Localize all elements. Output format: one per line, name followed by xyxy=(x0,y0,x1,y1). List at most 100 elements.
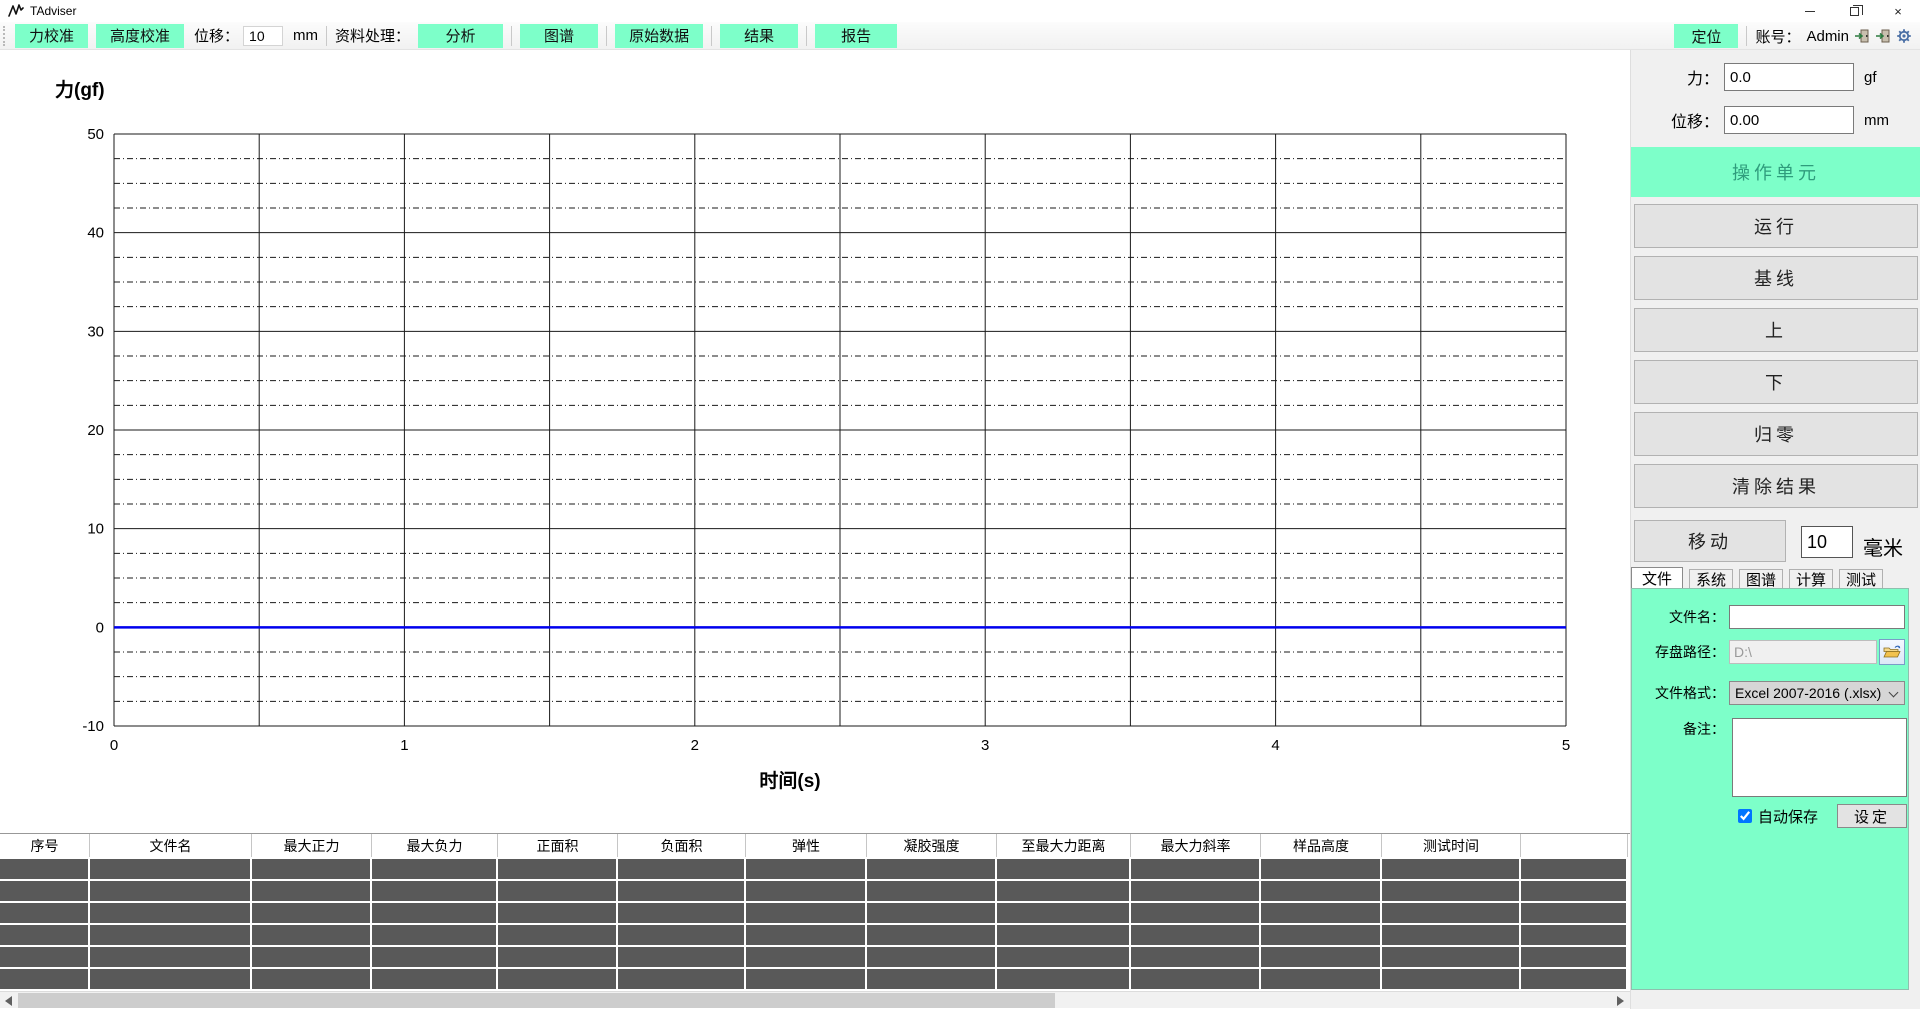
table-cell xyxy=(1131,925,1259,945)
force-value-input[interactable] xyxy=(1724,63,1854,91)
run-button[interactable]: 运行 xyxy=(1634,204,1918,248)
table-cell xyxy=(0,859,88,879)
table-row[interactable] xyxy=(0,947,1630,967)
control-panel: 力： gf 位移： mm 操作单元 运行 基线 上 下 归零 清除结果 移动 毫… xyxy=(1630,50,1920,1009)
title-bar: TAdviser × xyxy=(0,0,1920,22)
minimize-button[interactable] xyxy=(1788,0,1832,22)
set-button[interactable]: 设定 xyxy=(1837,804,1907,828)
note-textarea[interactable] xyxy=(1732,718,1907,797)
table-header-cell[interactable]: 最大负力 xyxy=(372,834,498,857)
autosave-checkbox[interactable] xyxy=(1738,809,1752,823)
zero-button[interactable]: 归零 xyxy=(1634,412,1918,456)
minimize-icon xyxy=(1805,11,1815,12)
displacement-input[interactable] xyxy=(243,26,283,46)
tab-spectrum[interactable]: 图谱 xyxy=(1739,569,1783,588)
scrollbar-thumb[interactable] xyxy=(18,993,1055,1008)
table-row[interactable] xyxy=(0,925,1630,945)
svg-text:3: 3 xyxy=(981,737,989,754)
table-header-cell[interactable]: 弹性 xyxy=(746,834,867,857)
table-cell xyxy=(1382,947,1519,967)
table-cell xyxy=(1382,881,1519,901)
gear-icon[interactable] xyxy=(1896,28,1912,44)
up-button[interactable]: 上 xyxy=(1634,308,1918,352)
svg-text:4: 4 xyxy=(1271,737,1279,754)
table-cell xyxy=(746,859,865,879)
login-icon[interactable] xyxy=(1854,28,1870,44)
toolbar-grip[interactable] xyxy=(3,26,7,46)
baseline-button[interactable]: 基线 xyxy=(1634,256,1918,300)
table-header-cell[interactable]: 文件名 xyxy=(90,834,252,857)
table-cell xyxy=(90,925,250,945)
table-cell xyxy=(1521,947,1626,967)
save-path-input[interactable] xyxy=(1729,640,1877,664)
results-button[interactable]: 结果 xyxy=(720,24,798,48)
table-row[interactable] xyxy=(0,881,1630,901)
table-row[interactable] xyxy=(0,969,1630,989)
horizontal-scrollbar[interactable] xyxy=(0,991,1630,1008)
browse-folder-button[interactable] xyxy=(1879,639,1905,665)
table-cell xyxy=(618,903,744,923)
table-cell xyxy=(1521,859,1626,879)
table-cell xyxy=(1382,859,1519,879)
displacement-status-unit: mm xyxy=(1864,112,1889,129)
scroll-right-button[interactable] xyxy=(1612,992,1629,1009)
table-cell xyxy=(746,969,865,989)
down-button[interactable]: 下 xyxy=(1634,360,1918,404)
restore-icon xyxy=(1850,7,1859,16)
file-format-row: 文件格式： Excel 2007-2016 (.xlsx) xyxy=(1632,681,1910,705)
close-button[interactable]: × xyxy=(1876,0,1920,22)
restore-button[interactable] xyxy=(1832,0,1876,22)
table-cell xyxy=(252,859,370,879)
force-calibration-button[interactable]: 力校准 xyxy=(15,24,88,48)
chart-canvas: 50403020100-10012345力(gf)时间(s) xyxy=(0,50,1630,833)
table-cell xyxy=(0,925,88,945)
table-header-cell[interactable]: 负面积 xyxy=(618,834,746,857)
table-row[interactable] xyxy=(0,903,1630,923)
table-header-filler[interactable] xyxy=(1521,834,1628,857)
table-header-cell[interactable]: 最大力斜率 xyxy=(1131,834,1261,857)
svg-text:0: 0 xyxy=(96,619,104,636)
raw-data-button[interactable]: 原始数据 xyxy=(615,24,703,48)
operating-unit-button[interactable]: 操作单元 xyxy=(1631,147,1920,197)
tab-system[interactable]: 系统 xyxy=(1689,569,1733,588)
table-cell xyxy=(498,903,616,923)
table-cell xyxy=(0,903,88,923)
locate-button[interactable]: 定位 xyxy=(1674,24,1738,48)
table-header-cell[interactable]: 最大正力 xyxy=(252,834,372,857)
tab-test[interactable]: 测试 xyxy=(1839,569,1883,588)
clear-results-button[interactable]: 清除结果 xyxy=(1634,464,1918,508)
move-button[interactable]: 移动 xyxy=(1634,520,1786,562)
force-status-row: 力： gf xyxy=(1631,63,1920,91)
tab-calc[interactable]: 计算 xyxy=(1789,569,1833,588)
file-settings-panel: 文件名： 存盘路径： 文件格式： Excel 2007 xyxy=(1631,588,1909,990)
displacement-value-input[interactable] xyxy=(1724,106,1854,134)
height-calibration-button[interactable]: 高度校准 xyxy=(96,24,184,48)
toolbar-separator xyxy=(806,26,807,46)
filename-input[interactable] xyxy=(1729,605,1905,629)
table-cell xyxy=(997,903,1129,923)
tab-file[interactable]: 文件 xyxy=(1631,567,1683,588)
autosave-label: 自动保存 xyxy=(1758,806,1818,827)
file-format-select[interactable]: Excel 2007-2016 (.xlsx) xyxy=(1729,681,1905,705)
move-distance-input[interactable] xyxy=(1801,526,1853,558)
data-processing-label: 资料处理： xyxy=(335,25,410,46)
table-header-cell[interactable]: 正面积 xyxy=(498,834,618,857)
table-header-cell[interactable]: 测试时间 xyxy=(1382,834,1521,857)
spectrum-button[interactable]: 图谱 xyxy=(520,24,598,48)
table-header-cell[interactable]: 序号 xyxy=(0,834,90,857)
report-button[interactable]: 报告 xyxy=(815,24,897,48)
table-cell xyxy=(498,947,616,967)
analysis-button[interactable]: 分析 xyxy=(418,24,503,48)
table-header-cell[interactable]: 至最大力距离 xyxy=(997,834,1131,857)
table-header-cell[interactable]: 凝胶强度 xyxy=(867,834,997,857)
table-cell xyxy=(1382,925,1519,945)
table-cell xyxy=(498,881,616,901)
table-cell xyxy=(252,903,370,923)
table-row[interactable] xyxy=(0,859,1630,879)
file-format-value: Excel 2007-2016 (.xlsx) xyxy=(1735,685,1881,701)
table-cell xyxy=(498,925,616,945)
logout-icon[interactable] xyxy=(1875,28,1891,44)
table-header-cell[interactable]: 样品高度 xyxy=(1261,834,1382,857)
scroll-left-button[interactable] xyxy=(0,992,17,1009)
save-path-label: 存盘路径： xyxy=(1632,642,1725,662)
